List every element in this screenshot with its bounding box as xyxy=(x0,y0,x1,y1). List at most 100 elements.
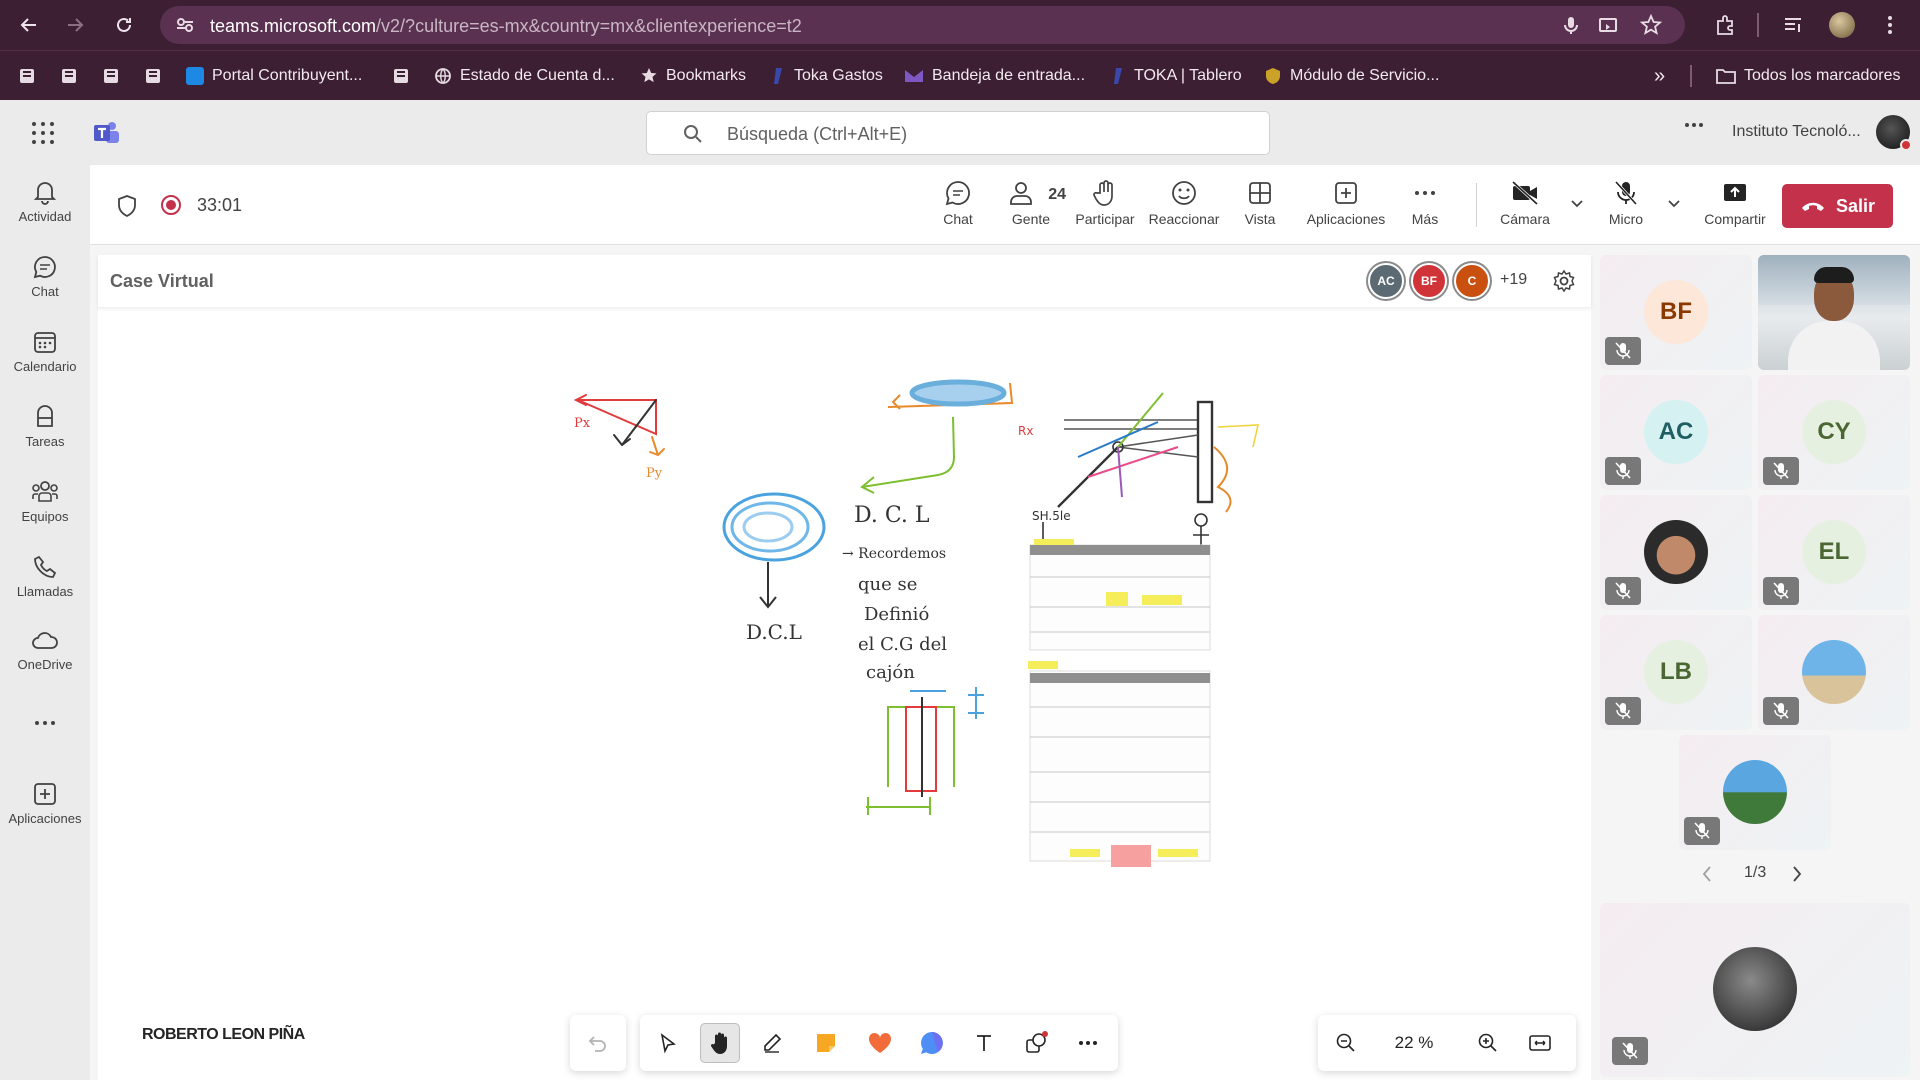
participant-video-tile[interactable] xyxy=(1758,255,1910,370)
sticky-note-tool[interactable] xyxy=(806,1023,846,1063)
raise-hand-button[interactable]: Participar xyxy=(1070,179,1140,235)
page-icon xyxy=(394,69,408,83)
bookmark-toka-gastos[interactable]: Toka Gastos xyxy=(772,63,883,89)
people-button[interactable]: 24 Gente xyxy=(996,179,1066,235)
reaction-tool[interactable] xyxy=(860,1023,900,1063)
bookmark-modulo-servicio[interactable]: Módulo de Servicio... xyxy=(1264,63,1439,89)
rail-teams[interactable]: Equipos xyxy=(0,473,90,543)
camera-button[interactable]: Cámara xyxy=(1490,179,1560,235)
apps-button[interactable]: Aplicaciones xyxy=(1298,179,1394,235)
reading-list-button[interactable] xyxy=(1776,8,1810,42)
mic-options-button[interactable] xyxy=(1667,199,1681,209)
react-button[interactable]: Reaccionar xyxy=(1144,179,1224,235)
bookmark-portal[interactable]: Portal Contribuyent... xyxy=(186,63,362,89)
bookmark-bandeja[interactable]: Bandeja de entrada... xyxy=(904,63,1085,89)
prev-page-button[interactable] xyxy=(1700,864,1714,884)
bookmark-toka-tablero[interactable]: TOKA | Tablero xyxy=(1112,63,1242,89)
share-button[interactable]: Compartir xyxy=(1690,179,1780,235)
user-avatar[interactable] xyxy=(1876,115,1912,151)
recording-indicator xyxy=(160,194,182,216)
back-button[interactable] xyxy=(12,8,46,42)
text-tool[interactable] xyxy=(964,1023,1004,1063)
comment-tool[interactable] xyxy=(912,1023,952,1063)
address-bar[interactable]: teams.microsoft.com/v2/?culture=es-mx&co… xyxy=(160,6,1685,44)
rail-activity[interactable]: Actividad xyxy=(0,173,90,243)
rail-calendar[interactable]: Calendario xyxy=(0,323,90,393)
participant-tile[interactable]: EL xyxy=(1758,495,1910,610)
participant-tile[interactable]: BF xyxy=(1600,255,1752,370)
more-collaborators-count[interactable]: +19 xyxy=(1500,271,1527,289)
rail-chat[interactable]: Chat xyxy=(0,248,90,318)
reload-button[interactable] xyxy=(107,8,141,42)
mic-off-icon xyxy=(1615,342,1631,359)
rail-label: Equipos xyxy=(21,509,69,524)
settings-more-button[interactable] xyxy=(1684,122,1704,128)
participant-tile[interactable]: CY xyxy=(1758,375,1910,490)
extensions-button[interactable] xyxy=(1708,8,1742,42)
more-bookmarks-button[interactable]: » xyxy=(1654,63,1665,89)
page-icon xyxy=(20,69,34,83)
collaborator-avatar[interactable]: C xyxy=(1454,263,1490,299)
forward-button[interactable] xyxy=(58,8,92,42)
bookmark-favicon-3[interactable] xyxy=(102,63,120,89)
gear-icon xyxy=(1553,269,1575,293)
rail-tasks[interactable]: Tareas xyxy=(0,398,90,468)
more-horizontal-icon xyxy=(1415,191,1435,195)
zoom-in-icon xyxy=(1478,1033,1497,1052)
rail-onedrive[interactable]: OneDrive xyxy=(0,623,90,693)
bookmark-bookmarks[interactable]: Bookmarks xyxy=(640,63,746,89)
zoom-toolbar: 22 % xyxy=(1318,1015,1576,1071)
participant-tile[interactable]: AC xyxy=(1600,375,1752,490)
profile-button[interactable] xyxy=(1825,8,1859,42)
more-horizontal-icon xyxy=(1685,123,1703,127)
whiteboard-canvas[interactable]: Px Py Rx SH.5le D.C.L D. C. L → Recordem… xyxy=(98,307,1591,1080)
profile-avatar xyxy=(1829,12,1855,38)
collaborator-avatar[interactable]: AC xyxy=(1368,263,1404,299)
bookmark-favicon-2[interactable] xyxy=(60,63,78,89)
bookmark-estado-cuenta[interactable]: Estado de Cuenta d... xyxy=(434,63,615,89)
chevron-left-icon xyxy=(1702,866,1711,882)
reference-table-image[interactable] xyxy=(1028,539,1211,867)
more-tools-button[interactable] xyxy=(1068,1023,1108,1063)
rail-label: Calendario xyxy=(13,359,77,374)
zoom-in-button[interactable] xyxy=(1468,1023,1508,1063)
self-view-tile[interactable] xyxy=(1600,903,1910,1077)
app-launcher-button[interactable] xyxy=(30,120,56,146)
undo-button[interactable] xyxy=(578,1023,618,1063)
view-button[interactable]: Vista xyxy=(1230,179,1290,235)
zoom-level[interactable]: 22 % xyxy=(1384,1033,1444,1053)
meeting-info-button[interactable] xyxy=(116,194,138,218)
pan-tool[interactable] xyxy=(700,1023,740,1063)
camera-options-button[interactable] xyxy=(1570,199,1584,209)
participant-tile[interactable] xyxy=(1600,495,1752,610)
fit-to-screen-button[interactable] xyxy=(1520,1023,1560,1063)
chat-button[interactable]: Chat xyxy=(928,179,988,235)
whiteboard-settings-button[interactable] xyxy=(1552,269,1576,293)
shapes-tool[interactable] xyxy=(1016,1023,1056,1063)
mic-button[interactable]: Micro xyxy=(1596,179,1656,235)
rail-apps[interactable]: Aplicaciones xyxy=(0,775,90,845)
participant-tile[interactable] xyxy=(1679,735,1831,850)
org-name[interactable]: Instituto Tecnoló... xyxy=(1732,123,1861,141)
collaborator-avatar[interactable]: BF xyxy=(1411,263,1447,299)
rail-label: Llamadas xyxy=(16,584,74,599)
teams-icon xyxy=(32,481,58,502)
rail-calls[interactable]: Llamadas xyxy=(0,548,90,618)
participant-tile[interactable] xyxy=(1758,615,1910,730)
participant-tile[interactable]: LB xyxy=(1600,615,1752,730)
leave-button[interactable]: Salir xyxy=(1782,184,1893,228)
all-bookmarks-button[interactable]: Todos los marcadores xyxy=(1716,63,1901,89)
meeting-controls-bar: 33:01 Chat 24 Gente Participar Reacciona… xyxy=(90,165,1920,245)
rail-more[interactable] xyxy=(0,705,90,775)
bookmark-favicon-1[interactable] xyxy=(18,63,36,89)
next-page-button[interactable] xyxy=(1790,864,1804,884)
bookmark-favicon-4[interactable] xyxy=(144,63,162,89)
browser-menu-button[interactable] xyxy=(1873,8,1907,42)
bookmark-favicon-5[interactable] xyxy=(392,63,410,89)
select-tool[interactable] xyxy=(648,1023,688,1063)
pen-tool[interactable] xyxy=(752,1023,792,1063)
more-actions-button[interactable]: Más xyxy=(1400,179,1450,235)
chat-icon xyxy=(33,256,56,279)
search-input[interactable]: Búsqueda (Ctrl+Alt+E) xyxy=(646,111,1270,155)
zoom-out-button[interactable] xyxy=(1326,1023,1366,1063)
